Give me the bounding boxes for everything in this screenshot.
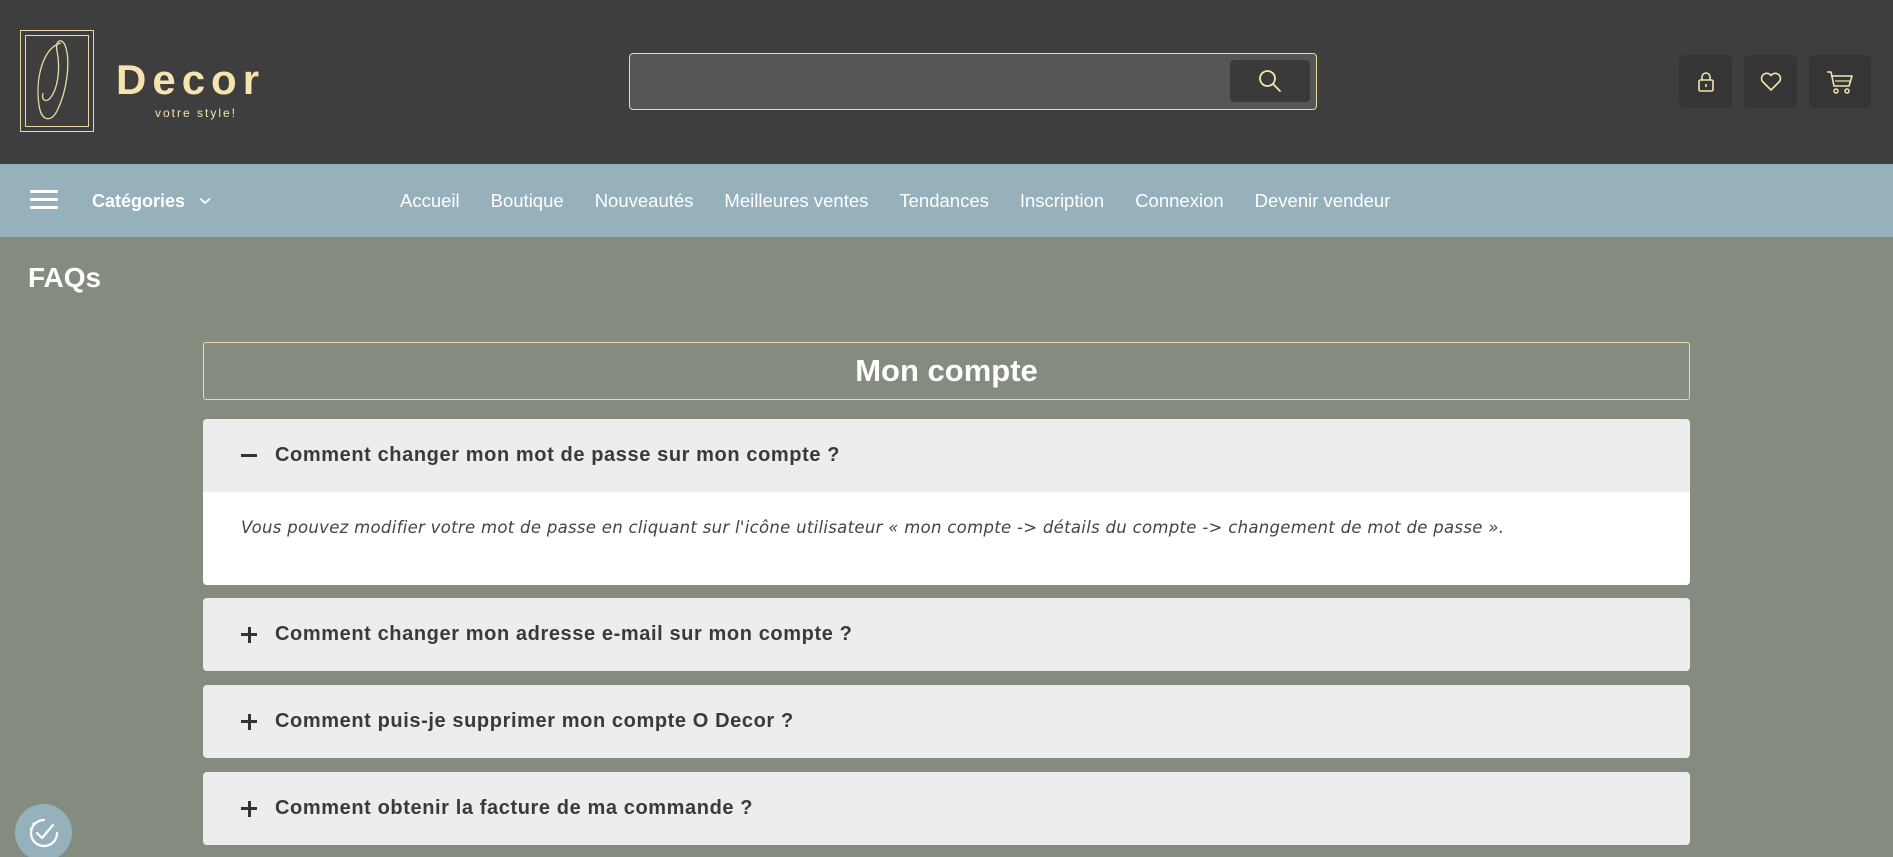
nav-link-nouveautes[interactable]: Nouveautés: [595, 188, 694, 214]
account-button[interactable]: [1679, 55, 1732, 108]
nav-link-tendances[interactable]: Tendances: [899, 188, 988, 214]
nav-link-boutique[interactable]: Boutique: [491, 188, 564, 214]
logo-monogram-icon: [37, 40, 69, 120]
main-nav: Catégories Accueil Boutique Nouveautés M…: [0, 164, 1893, 237]
faq-question: Comment obtenir la facture de ma command…: [275, 797, 754, 819]
faq-item: Comment changer mon mot de passe sur mon…: [203, 419, 1690, 585]
consent-check-icon: [29, 818, 58, 847]
cart-button[interactable]: [1809, 55, 1871, 108]
brand-tagline: votre style!: [155, 106, 238, 120]
faq-section-title: Mon compte: [203, 342, 1690, 400]
search-icon: [1259, 70, 1281, 92]
site-header: Decor votre style!: [0, 0, 1893, 164]
lock-icon: [1697, 71, 1714, 92]
plus-icon: [241, 800, 257, 817]
nav-link-accueil[interactable]: Accueil: [400, 188, 460, 214]
brand-name[interactable]: Decor: [116, 56, 265, 104]
faq-question-toggle[interactable]: Comment changer mon mot de passe sur mon…: [203, 419, 1690, 492]
faq-question: Comment puis-je supprimer mon compte O D…: [275, 710, 794, 732]
faq-question: Comment changer mon mot de passe sur mon…: [275, 444, 841, 466]
faq-item: Comment puis-je supprimer mon compte O D…: [203, 685, 1690, 758]
cart-icon: [1827, 70, 1853, 94]
categories-dropdown[interactable]: Catégories: [92, 188, 211, 214]
menu-icon[interactable]: [30, 190, 58, 210]
faq-question-toggle[interactable]: Comment puis-je supprimer mon compte O D…: [203, 685, 1690, 758]
faq-item: Comment obtenir la facture de ma command…: [203, 772, 1690, 845]
search-bar: [629, 53, 1317, 110]
nav-link-devenir-vendeur[interactable]: Devenir vendeur: [1255, 188, 1391, 214]
faq-answer: Vous pouvez modifier votre mot de passe …: [203, 492, 1690, 585]
search-button[interactable]: [1230, 60, 1310, 102]
wishlist-button[interactable]: [1744, 55, 1797, 108]
minus-icon: [241, 448, 257, 464]
nav-link-connexion[interactable]: Connexion: [1135, 188, 1223, 214]
nav-link-inscription[interactable]: Inscription: [1020, 188, 1104, 214]
search-input[interactable]: [630, 54, 1230, 108]
logo-emblem[interactable]: [20, 30, 94, 132]
faq-question-toggle[interactable]: Comment changer mon adresse e-mail sur m…: [203, 598, 1690, 671]
faq-question: Comment changer mon adresse e-mail sur m…: [275, 623, 853, 645]
faq-item: Comment changer mon adresse e-mail sur m…: [203, 598, 1690, 671]
plus-icon: [241, 713, 257, 730]
cookie-consent-button[interactable]: [15, 804, 72, 857]
plus-icon: [241, 626, 257, 643]
nav-link-meilleures-ventes[interactable]: Meilleures ventes: [724, 188, 868, 214]
faq-question-toggle[interactable]: Comment obtenir la facture de ma command…: [203, 772, 1690, 845]
categories-label: Catégories: [92, 190, 186, 211]
heart-icon: [1760, 72, 1781, 91]
nav-links: Accueil Boutique Nouveautés Meilleures v…: [400, 188, 1421, 214]
page-title: FAQs: [28, 262, 102, 293]
chevron-down-icon: [199, 197, 211, 205]
